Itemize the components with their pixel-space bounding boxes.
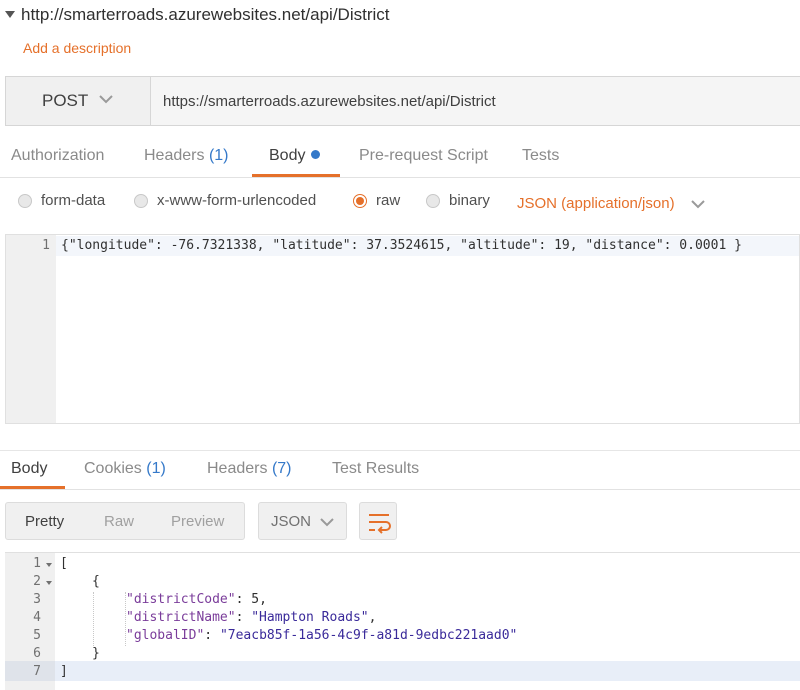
request-header: http://smarterroads.azurewebsites.net/ap…	[0, 0, 800, 30]
tab-test-results[interactable]: Test Results	[332, 460, 419, 478]
response-body-viewer[interactable]: 1 2 3 4 5 6 7 [ { "districtCode": 5, "di…	[5, 552, 800, 690]
line-number: 2	[33, 574, 41, 589]
chevron-down-icon	[320, 518, 334, 527]
format-select[interactable]: JSON	[258, 502, 347, 540]
tab-response-body[interactable]: Body	[11, 460, 47, 478]
active-tab-indicator	[252, 174, 340, 177]
request-tabs: Authorization Headers (1) Body Pre-reque…	[0, 140, 800, 178]
wrap-lines-button[interactable]	[359, 502, 397, 540]
content-type-select[interactable]: JSON (application/json)	[517, 195, 675, 212]
request-name[interactable]: http://smarterroads.azurewebsites.net/ap…	[21, 5, 389, 25]
radio-circle-icon	[426, 193, 440, 208]
code-line: {"longitude": -76.7321338, "latitude": 3…	[61, 238, 742, 253]
line-number: 5	[33, 628, 41, 643]
radio-selected-icon	[353, 193, 367, 208]
code-line: "districtName": "Hampton Roads",	[126, 610, 377, 625]
chevron-down-icon	[99, 95, 113, 104]
tab-headers[interactable]: Headers (1)	[144, 147, 229, 165]
tab-pre-request-script[interactable]: Pre-request Script	[359, 147, 488, 165]
line-number: 1	[42, 238, 50, 253]
code-line: {	[92, 574, 100, 589]
view-preview-button[interactable]: Preview	[171, 513, 224, 530]
line-number: 1	[33, 556, 41, 571]
url-bar: POST	[5, 76, 800, 126]
line-number: 3	[33, 592, 41, 607]
current-line-highlight	[5, 661, 800, 681]
response-tabs: Body Cookies (1) Headers (7) Test Result…	[0, 450, 800, 490]
format-label: JSON	[271, 513, 312, 530]
radio-x-www-form-urlencoded[interactable]: x-www-form-urlencoded	[134, 192, 316, 209]
code-line: "districtCode": 5,	[126, 592, 267, 607]
radio-binary[interactable]: binary	[426, 192, 490, 209]
body-type-options: form-data x-www-form-urlencoded raw bina…	[0, 186, 800, 220]
radio-circle-icon	[18, 193, 32, 208]
code-line: }	[92, 646, 100, 661]
collapse-caret-icon[interactable]	[5, 11, 15, 18]
code-line: "globalID": "7eacb85f-1a56-4c9f-a81d-9ed…	[126, 628, 518, 643]
body-modified-dot-icon	[311, 150, 321, 159]
line-number: 4	[33, 610, 41, 625]
line-number: 6	[33, 646, 41, 661]
code-line: [	[60, 556, 68, 571]
fold-arrow-icon[interactable]	[46, 581, 52, 585]
chevron-down-icon[interactable]	[690, 196, 706, 212]
view-raw-button[interactable]: Raw	[104, 513, 134, 530]
fold-arrow-icon[interactable]	[46, 563, 52, 567]
method-select[interactable]: POST	[6, 77, 151, 125]
view-mode-group: Pretty Raw Preview	[5, 502, 245, 540]
tab-response-headers[interactable]: Headers (7)	[207, 460, 292, 478]
indent-guide	[93, 592, 94, 646]
cookies-count: (1)	[146, 460, 166, 477]
response-headers-count: (7)	[271, 460, 292, 477]
radio-raw[interactable]: raw	[353, 192, 400, 209]
line-number: 7	[33, 664, 41, 679]
url-input[interactable]	[152, 77, 800, 125]
wrap-lines-icon	[369, 514, 391, 534]
view-pretty-button[interactable]: Pretty	[25, 513, 64, 530]
active-tab-indicator	[0, 486, 65, 489]
tab-tests[interactable]: Tests	[522, 147, 559, 165]
tab-body[interactable]: Body	[269, 147, 321, 165]
radio-circle-icon	[134, 193, 148, 208]
add-description-link[interactable]: Add a description	[23, 40, 131, 56]
radio-form-data[interactable]: form-data	[18, 192, 105, 209]
tab-authorization[interactable]: Authorization	[11, 147, 104, 165]
method-label: POST	[42, 91, 89, 110]
code-line: ]	[60, 664, 68, 679]
line-gutter	[6, 235, 56, 423]
headers-count: (1)	[208, 147, 229, 164]
request-body-editor[interactable]: 1 {"longitude": -76.7321338, "latitude":…	[5, 234, 800, 424]
tab-cookies[interactable]: Cookies (1)	[84, 460, 166, 478]
